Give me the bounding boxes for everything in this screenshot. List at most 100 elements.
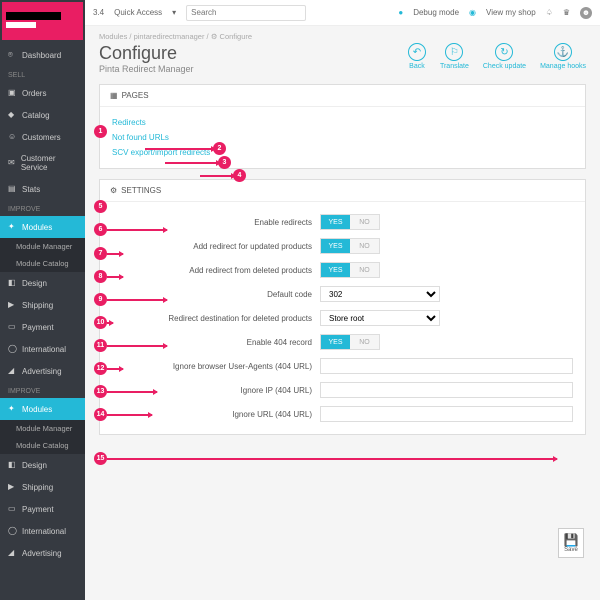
debug-mode[interactable]: Debug mode: [413, 8, 459, 17]
annotation-arrow: [145, 148, 215, 150]
annotation-9: 9: [94, 293, 107, 306]
annotation-15: 15: [94, 452, 107, 465]
sidebar-service[interactable]: ✉Customer Service: [0, 148, 85, 178]
sidebar-intl[interactable]: ◯ International: [0, 338, 85, 360]
sidebar-label: International: [22, 527, 66, 536]
design-icon: ◧: [8, 460, 18, 470]
view-shop[interactable]: View my shop: [486, 8, 536, 17]
updated-products-toggle[interactable]: YESNO: [320, 238, 380, 254]
redirects-link[interactable]: Redirects: [112, 115, 573, 130]
annotation-8: 8: [94, 270, 107, 283]
pages-heading: PAGES: [122, 91, 149, 100]
tag-icon: ◆: [8, 110, 18, 120]
annotation-3: 3: [218, 156, 231, 169]
annotation-arrow: [107, 229, 167, 231]
sidebar-dashboard[interactable]: ⌾ Dashboard: [0, 44, 85, 66]
quick-access[interactable]: Quick Access: [114, 8, 162, 17]
updated-products-label[interactable]: Add redirect for updated products: [112, 239, 312, 254]
sidebar-payment[interactable]: ▭Payment: [0, 316, 85, 338]
sidebar-adv2[interactable]: ◢Advertising: [0, 542, 85, 564]
sidebar-module-manager[interactable]: Module Manager: [0, 238, 85, 255]
sidebar-catalog[interactable]: ◆Catalog: [0, 104, 85, 126]
save-button[interactable]: Save: [558, 528, 584, 558]
flag-icon: ⚐: [445, 43, 463, 61]
sidebar-heading-improve2: IMPROVE: [0, 382, 85, 398]
sidebar-label: Dashboard: [22, 51, 61, 60]
sidebar-module-catalog2[interactable]: Module Catalog: [0, 437, 85, 454]
puzzle-icon: ✦: [8, 404, 18, 414]
ignore-ua-label[interactable]: Ignore browser User-Agents (404 URL): [112, 359, 312, 374]
annotation-11: 11: [94, 339, 107, 352]
trophy-icon[interactable]: ♛: [563, 8, 570, 17]
ignore-ip-label[interactable]: Ignore IP (404 URL): [112, 383, 312, 398]
avatar[interactable]: ☻: [580, 7, 592, 19]
anchor-icon: ⚓: [554, 43, 572, 61]
annotation-arrow: [107, 458, 557, 460]
sidebar-stats[interactable]: ▤Stats: [0, 178, 85, 200]
redirect-dest-select[interactable]: Store root: [320, 310, 440, 326]
sidebar-label: Shipping: [22, 483, 53, 492]
sidebar-shipping2[interactable]: ▶Shipping: [0, 476, 85, 498]
version: 3.4: [93, 8, 104, 17]
globe-icon: ◯: [8, 344, 18, 354]
check-update-button[interactable]: ↻Check update: [483, 43, 526, 70]
annotation-12: 12: [94, 362, 107, 375]
book-icon: ▦: [110, 91, 118, 100]
topbar: 3.4 Quick Access▾ ●Debug mode ◉View my s…: [85, 0, 600, 26]
pages-panel: ▦PAGES Redirects Not found URLs SCV expo…: [99, 84, 586, 169]
sidebar-design[interactable]: ◧Design: [0, 272, 85, 294]
back-icon: ↶: [408, 43, 426, 61]
annotation-arrow: [200, 175, 235, 177]
card-icon: ▭: [8, 322, 18, 332]
annotation-arrow: [107, 345, 167, 347]
action-label: Check update: [483, 63, 526, 70]
ignore-ua-input[interactable]: [320, 358, 573, 374]
eye-icon: ◉: [469, 8, 476, 17]
annotation-arrow: [107, 322, 113, 324]
sidebar-customers[interactable]: ☺Customers: [0, 126, 85, 148]
enable-404-toggle[interactable]: YESNO: [320, 334, 380, 350]
sidebar-module-manager2[interactable]: Module Manager: [0, 420, 85, 437]
sidebar-modules2[interactable]: ✦Modules: [0, 398, 85, 420]
sidebar-label: International: [22, 345, 66, 354]
sidebar-label: Stats: [22, 185, 40, 194]
translate-button[interactable]: ⚐Translate: [440, 43, 469, 70]
sidebar-module-catalog[interactable]: Module Catalog: [0, 255, 85, 272]
page-title: Configure: [99, 43, 194, 64]
logo: [2, 2, 83, 40]
settings-heading: SETTINGS: [121, 186, 161, 195]
sidebar-modules[interactable]: ✦Modules: [0, 216, 85, 238]
debug-icon: ●: [398, 8, 403, 17]
annotation-arrow: [107, 391, 157, 393]
annotation-arrow: [107, 299, 167, 301]
annotation-arrow: [165, 162, 220, 164]
manage-hooks-button[interactable]: ⚓ Manage hooks: [540, 43, 586, 70]
sidebar-adv[interactable]: ◢Advertising: [0, 360, 85, 382]
speed-icon: ⌾: [8, 50, 18, 60]
back-button[interactable]: ↶Back: [408, 43, 426, 70]
sidebar-intl2[interactable]: ◯ International: [0, 520, 85, 542]
ignore-ip-input[interactable]: [320, 382, 573, 398]
redirect-dest-label: Redirect destination for deleted product…: [112, 314, 312, 323]
default-code-select[interactable]: 302: [320, 286, 440, 302]
notfound-link[interactable]: Not found URLs: [112, 130, 573, 145]
headset-icon: ✉: [8, 158, 17, 168]
sidebar-shipping[interactable]: ▶Shipping: [0, 294, 85, 316]
globe-icon: ◯: [8, 526, 18, 536]
annotation-arrow: [107, 414, 152, 416]
deleted-products-toggle[interactable]: YESNO: [320, 262, 380, 278]
sidebar-orders[interactable]: ▣Orders: [0, 82, 85, 104]
sidebar-design2[interactable]: ◧Design: [0, 454, 85, 476]
enable-redirects-toggle[interactable]: YESNO: [320, 214, 380, 230]
sidebar-payment2[interactable]: ▭Payment: [0, 498, 85, 520]
bell-icon[interactable]: ♤: [546, 8, 553, 17]
ignore-url-input[interactable]: [320, 406, 573, 422]
breadcrumb: Modules / pintaredirectmanager / ⚙ Confi…: [85, 26, 600, 41]
enable-redirects-label: Enable redirects: [112, 218, 312, 227]
page-subtitle: Pinta Redirect Manager: [99, 64, 194, 74]
action-label: Manage hooks: [540, 63, 586, 70]
annotation-10: 10: [94, 316, 107, 329]
cart-icon: ▣: [8, 88, 18, 98]
search-input[interactable]: [186, 5, 306, 21]
annotation-1: 1: [94, 125, 107, 138]
